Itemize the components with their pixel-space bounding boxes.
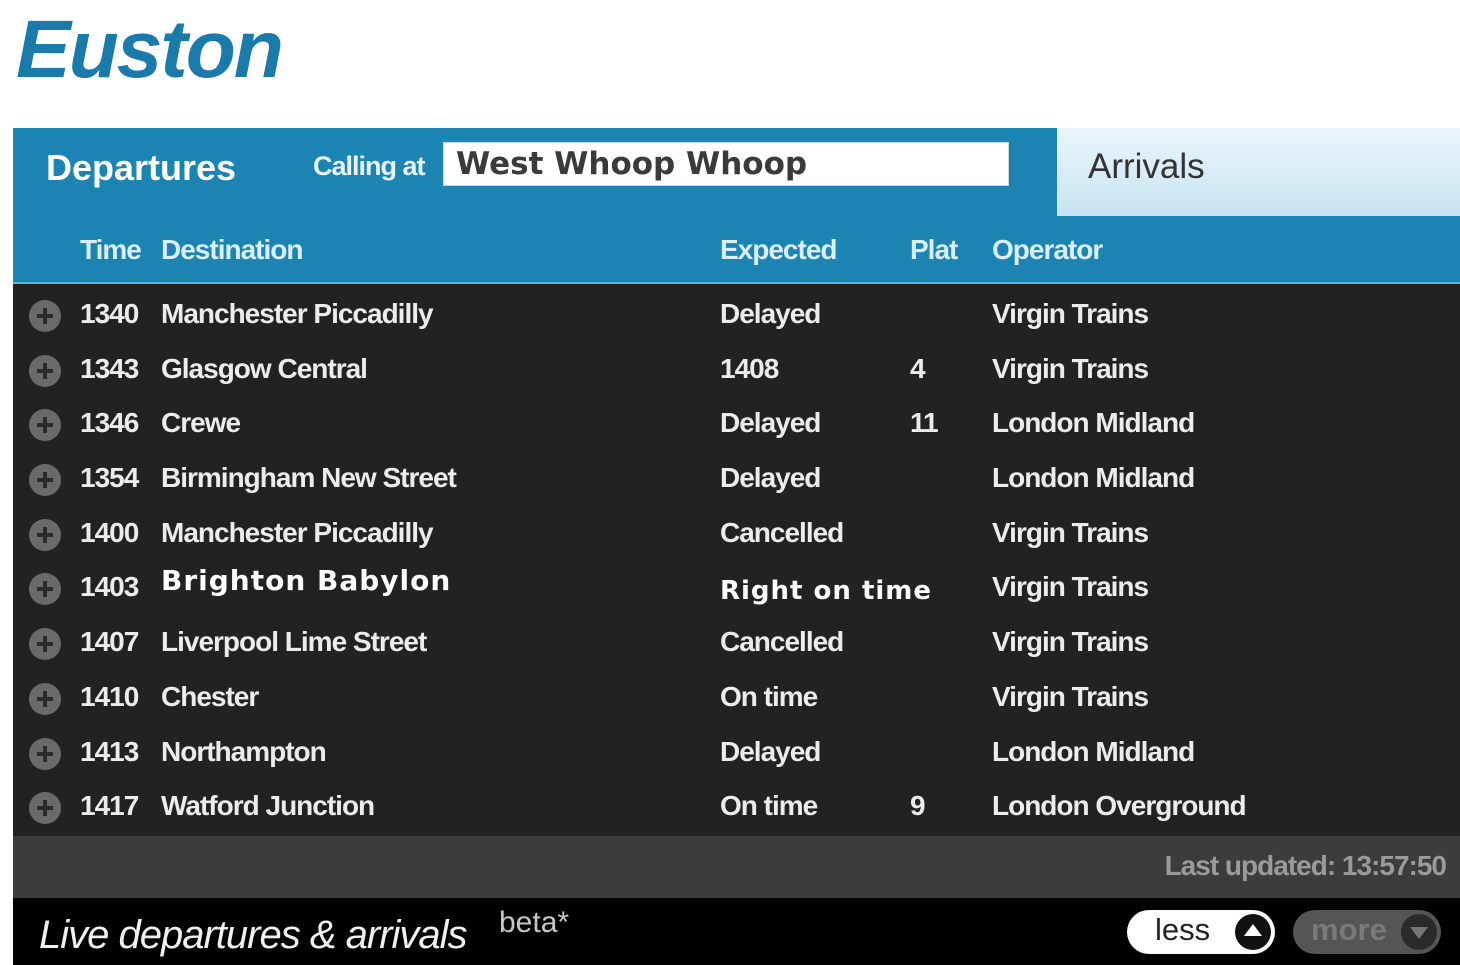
row-destination: Watford Junction — [161, 790, 375, 822]
column-header-destination: Destination — [161, 234, 303, 265]
status-bar: Last updated: 13:57:50 — [13, 836, 1460, 898]
more-button[interactable]: more — [1293, 910, 1441, 954]
departure-board: Departures Calling at Arrivals Time Dest… — [13, 128, 1460, 965]
plus-circle-icon[interactable] — [29, 300, 61, 332]
departure-row[interactable]: 1410 Chester On time Virgin Trains — [13, 669, 1460, 724]
row-operator: London Overground — [992, 790, 1247, 822]
row-expected: 1408 — [720, 352, 779, 384]
row-expected: Delayed — [720, 462, 821, 494]
row-operator: London Midland — [992, 462, 1195, 494]
plus-circle-icon[interactable] — [29, 573, 61, 606]
row-time: 1417 — [80, 790, 139, 822]
column-header-time: Time — [80, 234, 142, 265]
row-expected: Cancelled — [720, 626, 844, 658]
row-operator: Virgin Trains — [992, 571, 1149, 603]
row-time: 1410 — [80, 680, 139, 712]
row-operator: London Midland — [992, 735, 1195, 767]
departure-row[interactable]: 1413 Northampton Delayed London Midland — [13, 724, 1460, 779]
row-destination: Glasgow Central — [161, 352, 368, 384]
row-platform: 4 — [910, 352, 926, 384]
row-expected: On time — [720, 790, 818, 822]
departure-row[interactable]: 1407 Liverpool Lime Street Cancelled Vir… — [13, 614, 1460, 669]
footer: Live departures & arrivals beta* less mo… — [13, 898, 1460, 965]
less-button-label: less — [1155, 912, 1211, 947]
row-time: 1354 — [80, 462, 139, 494]
plus-circle-icon[interactable] — [29, 464, 61, 497]
row-destination: Liverpool Lime Street — [161, 626, 427, 658]
row-platform: 9 — [910, 790, 926, 822]
departures-list: 1340 Manchester Piccadilly Delayed Virgi… — [13, 286, 1460, 833]
departure-row[interactable]: 1346 Crewe Delayed 11 London Midland — [13, 395, 1460, 450]
departure-row[interactable]: 1354 Birmingham New Street Delayed Londo… — [13, 450, 1460, 505]
row-operator: Virgin Trains — [992, 626, 1149, 658]
row-destination: Birmingham New Street — [161, 462, 457, 494]
row-expected: Delayed — [720, 735, 821, 767]
row-destination: Brighton Babylon — [161, 564, 452, 598]
plus-circle-icon[interactable] — [29, 682, 61, 715]
plus-circle-icon[interactable] — [29, 792, 61, 825]
tab-bar: Departures Calling at Arrivals — [13, 128, 1460, 218]
tab-departures[interactable]: Departures — [46, 146, 236, 190]
row-expected: Delayed — [720, 298, 821, 329]
row-operator: Virgin Trains — [992, 516, 1149, 548]
row-time: 1346 — [80, 407, 139, 439]
row-destination: Manchester Piccadilly — [161, 516, 434, 548]
row-destination: Crewe — [161, 407, 241, 439]
departure-row[interactable]: 1417 Watford Junction On time 9 London O… — [13, 778, 1460, 833]
plus-circle-icon[interactable] — [29, 518, 61, 551]
last-updated-text: Last updated: 13:57:50 — [1164, 850, 1447, 881]
row-operator: Virgin Trains — [992, 680, 1149, 712]
column-header-row: Time Destination Expected Plat Operator — [13, 218, 1460, 284]
row-expected: Delayed — [720, 407, 821, 439]
row-time: 1407 — [80, 626, 139, 658]
calling-at-input[interactable] — [443, 142, 1009, 186]
row-destination: Manchester Piccadilly — [161, 298, 434, 329]
chevron-down-icon — [1401, 914, 1437, 950]
plus-circle-icon[interactable] — [29, 354, 61, 387]
row-time: 1400 — [80, 516, 139, 548]
row-time: 1343 — [80, 352, 139, 384]
column-header-expected: Expected — [720, 234, 837, 265]
row-platform: 11 — [910, 407, 939, 439]
row-expected: Cancelled — [720, 516, 844, 548]
plus-circle-icon[interactable] — [29, 628, 61, 661]
plus-circle-icon[interactable] — [29, 409, 61, 442]
less-button[interactable]: less — [1127, 910, 1275, 954]
row-time: 1413 — [80, 735, 139, 767]
row-time: 1403 — [80, 571, 139, 603]
departure-row[interactable]: 1403 Brighton Babylon Right on time Virg… — [13, 559, 1460, 614]
calling-at-label: Calling at — [313, 151, 426, 181]
departure-row[interactable]: 1400 Manchester Piccadilly Cancelled Vir… — [13, 505, 1460, 560]
station-title: Euston — [16, 4, 284, 95]
chevron-up-icon — [1235, 914, 1271, 950]
more-button-label: more — [1311, 912, 1387, 947]
row-operator: Virgin Trains — [992, 352, 1149, 384]
footer-title: Live departures & arrivals — [39, 913, 468, 957]
beta-label: beta* — [499, 906, 570, 939]
column-header-platform: Plat — [910, 234, 958, 265]
column-header-operator: Operator — [992, 234, 1103, 265]
row-time: 1340 — [80, 298, 139, 329]
departure-row[interactable]: 1343 Glasgow Central 1408 4 Virgin Train… — [13, 341, 1460, 396]
row-destination: Chester — [161, 680, 259, 712]
row-expected: On time — [720, 680, 818, 712]
plus-circle-icon[interactable] — [29, 737, 61, 770]
row-expected: Right on time — [720, 576, 933, 607]
row-operator: London Midland — [992, 407, 1195, 439]
tab-arrivals[interactable]: Arrivals — [1057, 128, 1460, 216]
departure-row[interactable]: 1340 Manchester Piccadilly Delayed Virgi… — [13, 286, 1460, 341]
row-destination: Northampton — [161, 735, 327, 767]
row-operator: Virgin Trains — [992, 298, 1149, 329]
